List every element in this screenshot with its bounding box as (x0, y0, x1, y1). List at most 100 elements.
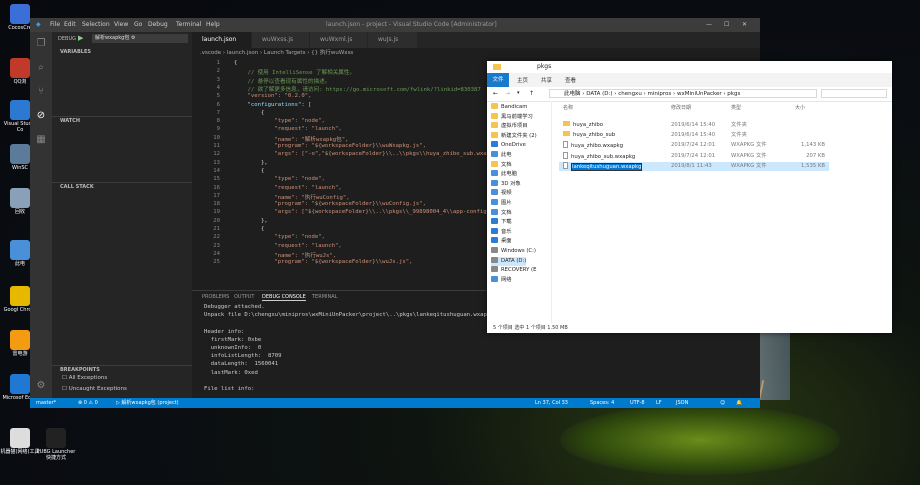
ribbon-home[interactable]: 主页 (517, 76, 528, 84)
file-name[interactable]: huya_zhibo (563, 121, 603, 130)
file-name[interactable]: huya_zhibo_sub.wxapkg (563, 151, 635, 162)
code-line[interactable]: // 使用 IntelliSense 了解相关属性。 (234, 68, 355, 76)
code-line[interactable]: }, (234, 160, 268, 166)
section-watch[interactable]: WATCH (52, 116, 192, 125)
nav-item[interactable]: 此电 (491, 151, 512, 160)
code-line[interactable]: "type": "node", (234, 176, 325, 182)
tab-debug-console[interactable]: DEBUG CONSOLE (262, 294, 306, 301)
maximize-icon[interactable]: ☐ (724, 21, 729, 28)
status-encoding[interactable]: UTF-8 (630, 398, 645, 408)
code-line[interactable]: "request": "launch", (234, 126, 341, 132)
desktop-icon[interactable]: PUBG Launcher 快捷方式 (36, 428, 76, 461)
checkbox-icon[interactable]: ☐ (62, 386, 69, 392)
code-line[interactable]: { (234, 168, 264, 174)
back-icon[interactable]: ← (493, 90, 498, 97)
column-header-type[interactable]: 类型 (731, 104, 741, 111)
menu-help[interactable]: Help (206, 21, 220, 28)
menu-edit[interactable]: Edit (64, 21, 76, 28)
status-debug-target[interactable]: ▷ 解析wxapkg包 (project) (116, 398, 179, 408)
status-problems[interactable]: ⊗ 0 ⚠ 0 (78, 398, 98, 408)
code-line[interactable]: "program": "${workspaceFolder}\\wuWxapkg… (234, 143, 426, 149)
nav-item[interactable]: 文档 (491, 160, 512, 170)
file-row[interactable]: huya_zhibo 2019/6/14 15:40 文件夹 (559, 121, 829, 130)
code-line[interactable]: "type": "node", (234, 118, 325, 124)
code-line[interactable]: "args": ["${workspaceFolder}\\..\\pkgs\\… (234, 209, 510, 215)
file-row[interactable]: huya_zhibo.wxapkg 2019/7/24 12:01 WXAPKG 文… (559, 141, 829, 150)
nav-item[interactable]: 虚拟币项目 (491, 122, 528, 131)
file-name[interactable]: lankeqitushuguan.wxapkg (563, 161, 643, 172)
extensions-icon[interactable]: ▦ (35, 134, 47, 146)
bell-icon[interactable]: 🔔 (736, 398, 742, 408)
file-name[interactable]: huya_zhibo.wxapkg (563, 141, 623, 151)
status-eol[interactable]: LF (656, 398, 662, 408)
nav-item[interactable]: RECOVERY (E (491, 266, 536, 275)
nav-item[interactable]: Windows (C:) (491, 247, 536, 256)
nav-item[interactable]: 网络 (491, 275, 512, 285)
file-row[interactable]: huya_zhibo_sub.wxapkg 2019/7/24 12:01 WXAP… (559, 151, 829, 162)
tab-output[interactable]: OUTPUT (234, 294, 254, 300)
address-bar[interactable]: 此电脑 › DATA (D:) › chengxu › minipros › w… (549, 89, 817, 98)
breadcrumb[interactable]: .vscode › launch.json › Launch Targets ›… (192, 48, 760, 58)
nav-item[interactable]: 视频 (491, 189, 512, 198)
code-line[interactable]: { (234, 110, 264, 116)
menu-view[interactable]: View (114, 21, 128, 28)
status-indent[interactable]: Spaces: 4 (590, 398, 614, 408)
ribbon-view[interactable]: 查看 (565, 76, 576, 84)
code-line[interactable]: "name": "执行wuJs", (234, 251, 336, 259)
code-line[interactable]: { (234, 60, 237, 66)
forward-icon[interactable]: → (505, 90, 510, 97)
menu-go[interactable]: Go (134, 21, 142, 28)
source-control-icon[interactable]: ⑂ (35, 86, 47, 98)
code-line[interactable]: // 悬停以查看现有属性的描述。 (234, 77, 330, 85)
tab-wujs[interactable]: wuJs.js (368, 32, 418, 48)
status-language[interactable]: JSON (676, 398, 688, 408)
menu-file[interactable]: File (50, 21, 60, 28)
code-line[interactable]: "request": "launch", (234, 243, 341, 249)
nav-item[interactable]: OneDrive (491, 141, 526, 150)
nav-item[interactable]: 黑马前端学习 (491, 112, 533, 122)
code-line[interactable]: "request": "launch", (234, 185, 341, 191)
ribbon-file[interactable]: 文件 (487, 73, 509, 87)
files-icon[interactable]: ❐ (35, 38, 47, 50)
close-icon[interactable]: ✕ (742, 21, 747, 28)
nav-item[interactable]: 文档 (491, 208, 512, 218)
file-row[interactable]: lankeqitushuguan.wxapkg 2019/8/1 11:43 WXA… (559, 161, 829, 172)
desktop-icon[interactable]: 机器猫(网络)工具 (0, 428, 40, 455)
code-line[interactable]: "configurations": [ (234, 102, 311, 108)
nav-item[interactable]: 此电脑 (491, 170, 517, 179)
section-breakpoints[interactable]: BREAKPOINTS (52, 365, 192, 374)
file-row[interactable]: huya_zhibo_sub 2019/6/14 15:40 文件夹 (559, 131, 829, 140)
status-branch[interactable]: master* (36, 398, 56, 408)
code-line[interactable]: "program": "${workspaceFolder}\\wuConfig… (234, 201, 426, 207)
checkbox-icon[interactable]: ☐ (62, 375, 69, 381)
code-line[interactable]: }, (234, 218, 268, 224)
breakpoint-all-exceptions[interactable]: ☐ All Exceptions (62, 375, 107, 381)
tab-terminal[interactable]: TERMINAL (312, 294, 337, 300)
code-line[interactable]: "name": "执行wuConfig", (234, 193, 349, 201)
code-line[interactable]: "args": ["-o","${workspaceFolder}\\..\\p… (234, 151, 503, 157)
debug-config-select[interactable]: 解析wxapkg包 ⚙ (92, 34, 188, 43)
smiley-icon[interactable]: ☺ (720, 398, 725, 408)
status-cursor-position[interactable]: Ln 37, Col 33 (535, 398, 568, 408)
nav-item[interactable]: 桌面 (491, 237, 512, 246)
menu-terminal[interactable]: Terminal (176, 21, 201, 28)
up-icon[interactable]: ↑ (529, 90, 534, 97)
nav-item[interactable]: DATA (D:) (491, 256, 527, 266)
code-line[interactable]: "program": "${workspaceFolder}\\wuJs.js"… (234, 259, 412, 265)
menu-selection[interactable]: Selection (82, 21, 110, 28)
breakpoint-uncaught-exceptions[interactable]: ☐ Uncaught Exceptions (62, 386, 127, 392)
column-header-date[interactable]: 修改日期 (671, 104, 691, 111)
column-header-name[interactable]: 名称 (563, 104, 573, 111)
minimize-icon[interactable]: — (706, 21, 712, 28)
nav-item[interactable]: 音乐 (491, 227, 512, 237)
column-header-size[interactable]: 大小 (795, 104, 805, 111)
nav-item[interactable]: 3D 对象 (491, 179, 521, 189)
search-icon[interactable]: ⌕ (35, 62, 47, 74)
tab-wuwxml[interactable]: wuWxml.js (310, 32, 368, 48)
tab-wuwxss[interactable]: wuWxss.js (252, 32, 310, 48)
gear-icon[interactable]: ⚙ (35, 380, 47, 392)
nav-item[interactable]: 新建文件夹 (2) (491, 131, 537, 141)
nav-item[interactable]: 下载 (491, 218, 512, 227)
code-line[interactable]: "name": "解析wxapkg包", (234, 135, 348, 143)
code-line[interactable]: { (234, 226, 264, 232)
